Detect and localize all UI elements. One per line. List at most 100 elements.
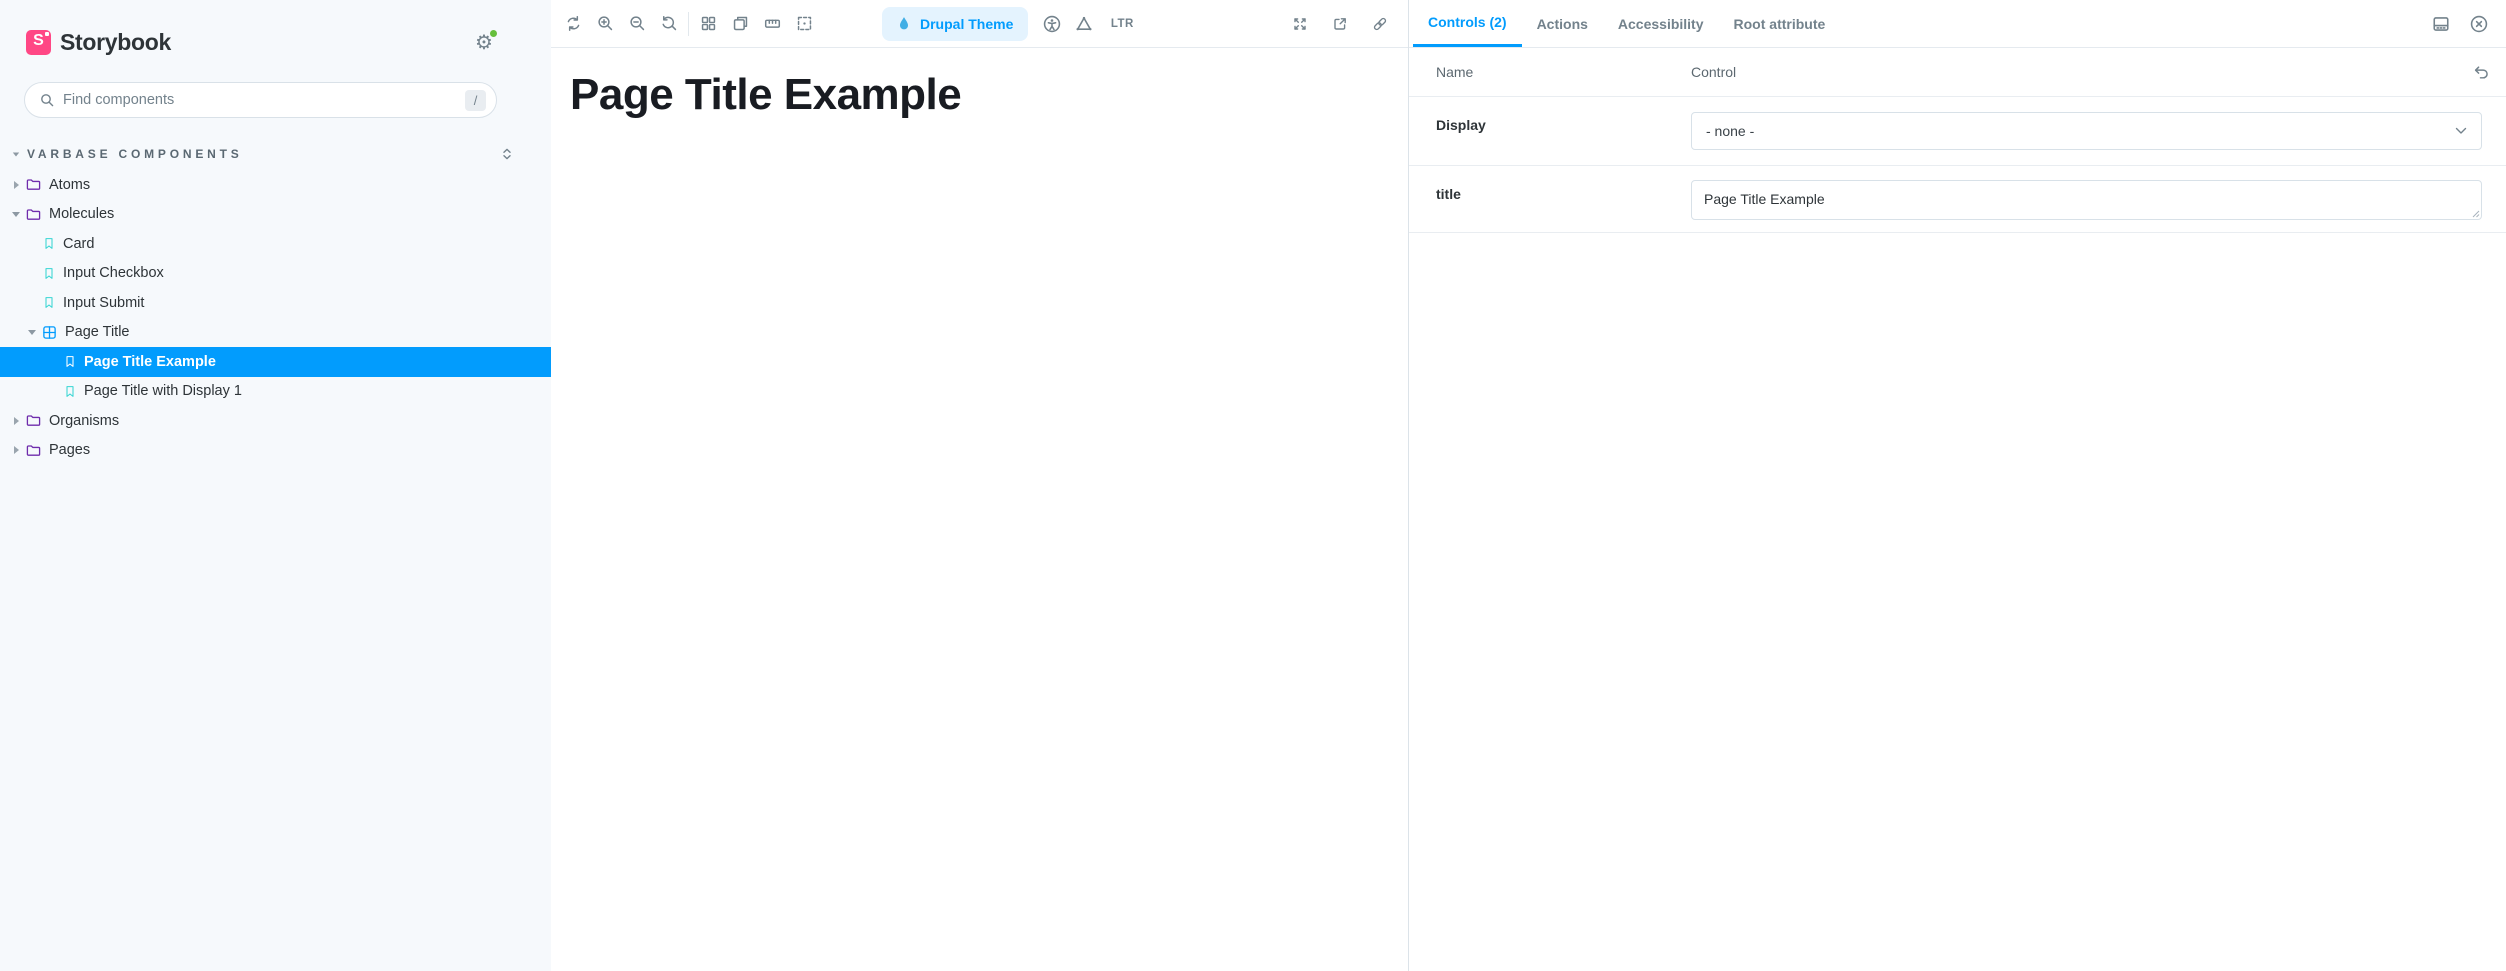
chevron-down-icon [2455,127,2467,134]
control-row-title: title Page Title Example [1409,166,2506,233]
zoom-out-button[interactable] [621,0,653,48]
folder-icon [26,415,41,427]
collapse-expand-all-icon[interactable] [499,146,515,162]
resize-handle[interactable] [2470,208,2480,218]
story-bookmark-icon [66,356,74,368]
backgrounds-button[interactable] [724,0,756,48]
search-box[interactable]: / [24,82,497,118]
section-label: VARBASE COMPONENTS [27,147,243,161]
sidebar-item-organisms[interactable]: Organisms [0,406,551,436]
folder-icon [26,445,41,456]
settings-menu-button[interactable]: ⚙ [471,29,498,56]
arg-name-title: title [1436,186,1461,202]
outline-button[interactable] [788,0,820,48]
zoom-in-icon [597,16,612,31]
panel-position-icon [2433,17,2449,31]
title-textarea[interactable]: Page Title Example [1691,180,2482,220]
arg-name-display: Display [1436,117,1486,133]
ruler-icon [764,19,780,28]
display-select-value: - none - [1706,123,1755,139]
backgrounds-icon [733,16,747,31]
sidebar-section-header[interactable]: VARBASE COMPONENTS [0,140,551,168]
column-control: Control [1691,64,1737,80]
open-new-tab-button[interactable] [1320,0,1360,48]
sidebar-item-card[interactable]: Card [0,229,551,259]
sidebar-item-input-submit[interactable]: Input Submit [0,288,551,318]
tab-actions[interactable]: Actions [1522,0,1603,47]
storybook-app: S Storybook ⚙ / VARBASE COMPONENTS [0,0,2506,971]
sidebar-item-molecules[interactable]: Molecules [0,200,551,230]
canvas-toolbar-right [1280,0,1400,48]
canvas-area: Drupal Theme LTR Page Title Example [551,0,1408,971]
copy-link-button[interactable] [1360,0,1400,48]
slash-shortcut-badge: / [465,89,486,111]
zoom-out-icon [629,16,644,31]
story-bookmark-icon [45,238,53,250]
zoom-reset-icon [661,15,676,31]
caret-right-icon [13,416,19,425]
caret-right-icon [13,446,19,455]
column-name: Name [1436,64,1474,80]
story-bookmark-icon [66,385,74,397]
remount-button[interactable] [557,0,589,48]
search-icon [41,94,54,107]
fullscreen-button[interactable] [1280,0,1320,48]
panel-top-icons [2430,0,2490,48]
sidebar-item-atoms[interactable]: Atoms [0,170,551,200]
controls-header-row: Name Control [1409,48,2506,97]
storybook-logo-icon: S [26,29,51,55]
grid-toggle-button[interactable] [692,0,724,48]
sidebar-item-input-checkbox[interactable]: Input Checkbox [0,259,551,289]
close-circle-icon [2470,15,2488,33]
accessibility-icon [1044,15,1061,32]
brand-row: S Storybook ⚙ [26,28,531,56]
text-direction-button[interactable]: LTR [1100,0,1144,48]
caret-down-icon [28,329,36,335]
zoom-reset-button[interactable] [653,0,685,48]
tab-root-attribute[interactable]: Root attribute [1719,0,1841,47]
measure-button[interactable] [756,0,788,48]
canvas-toolbar: Drupal Theme LTR [551,0,1408,48]
drupal-theme-button[interactable]: Drupal Theme [882,6,1029,41]
display-select[interactable]: - none - [1691,112,2482,150]
notification-dot [489,29,498,38]
zoom-in-button[interactable] [589,0,621,48]
controls-table: Name Control Display - none - title Page… [1409,48,2506,233]
sidebar-item-page-title-with-display-1[interactable]: Page Title with Display 1 [0,377,551,407]
vision-simulator-button[interactable] [1068,0,1100,48]
theme-button-label: Drupal Theme [920,15,1014,32]
remount-icon [567,15,579,32]
folder-icon [26,179,41,191]
change-orientation-button[interactable] [2430,13,2452,35]
control-row-display: Display - none - [1409,97,2506,166]
story-preview-title: Page Title Example [570,70,962,119]
sidebar-item-pages[interactable]: Pages [0,436,551,466]
tab-accessibility[interactable]: Accessibility [1603,0,1719,47]
droplet-icon [899,16,909,29]
brand-title[interactable]: Storybook [60,29,171,56]
link-icon [1373,17,1387,31]
folder-icon [26,209,41,220]
fullscreen-icon [1294,18,1306,30]
toolbar-separator [688,11,689,36]
story-bookmark-icon [45,297,53,309]
vision-triangle-icon [1076,16,1092,30]
open-new-tab-icon [1334,18,1346,30]
reset-controls-button[interactable] [2468,60,2492,84]
sidebar: S Storybook ⚙ / VARBASE COMPONENTS [0,0,551,971]
grid-icon [701,16,715,31]
undo-icon [2474,65,2488,79]
sidebar-item-page-title[interactable]: Page Title [0,318,551,348]
component-tree: Atoms Molecules Card Input Checkbox Inpu… [0,170,551,465]
close-panel-button[interactable] [2468,13,2490,35]
story-bookmark-icon [45,267,53,279]
accessibility-button[interactable] [1036,0,1068,48]
sidebar-item-page-title-example[interactable]: Page Title Example [0,347,551,377]
addons-panel: Controls (2) Actions Accessibility Root … [1409,0,2506,971]
tab-controls[interactable]: Controls (2) [1413,0,1522,47]
caret-down-icon [12,152,20,156]
outline-icon [797,16,811,31]
caret-down-icon [12,211,20,217]
search-input[interactable] [63,92,465,108]
addons-tabs: Controls (2) Actions Accessibility Root … [1409,0,2506,48]
